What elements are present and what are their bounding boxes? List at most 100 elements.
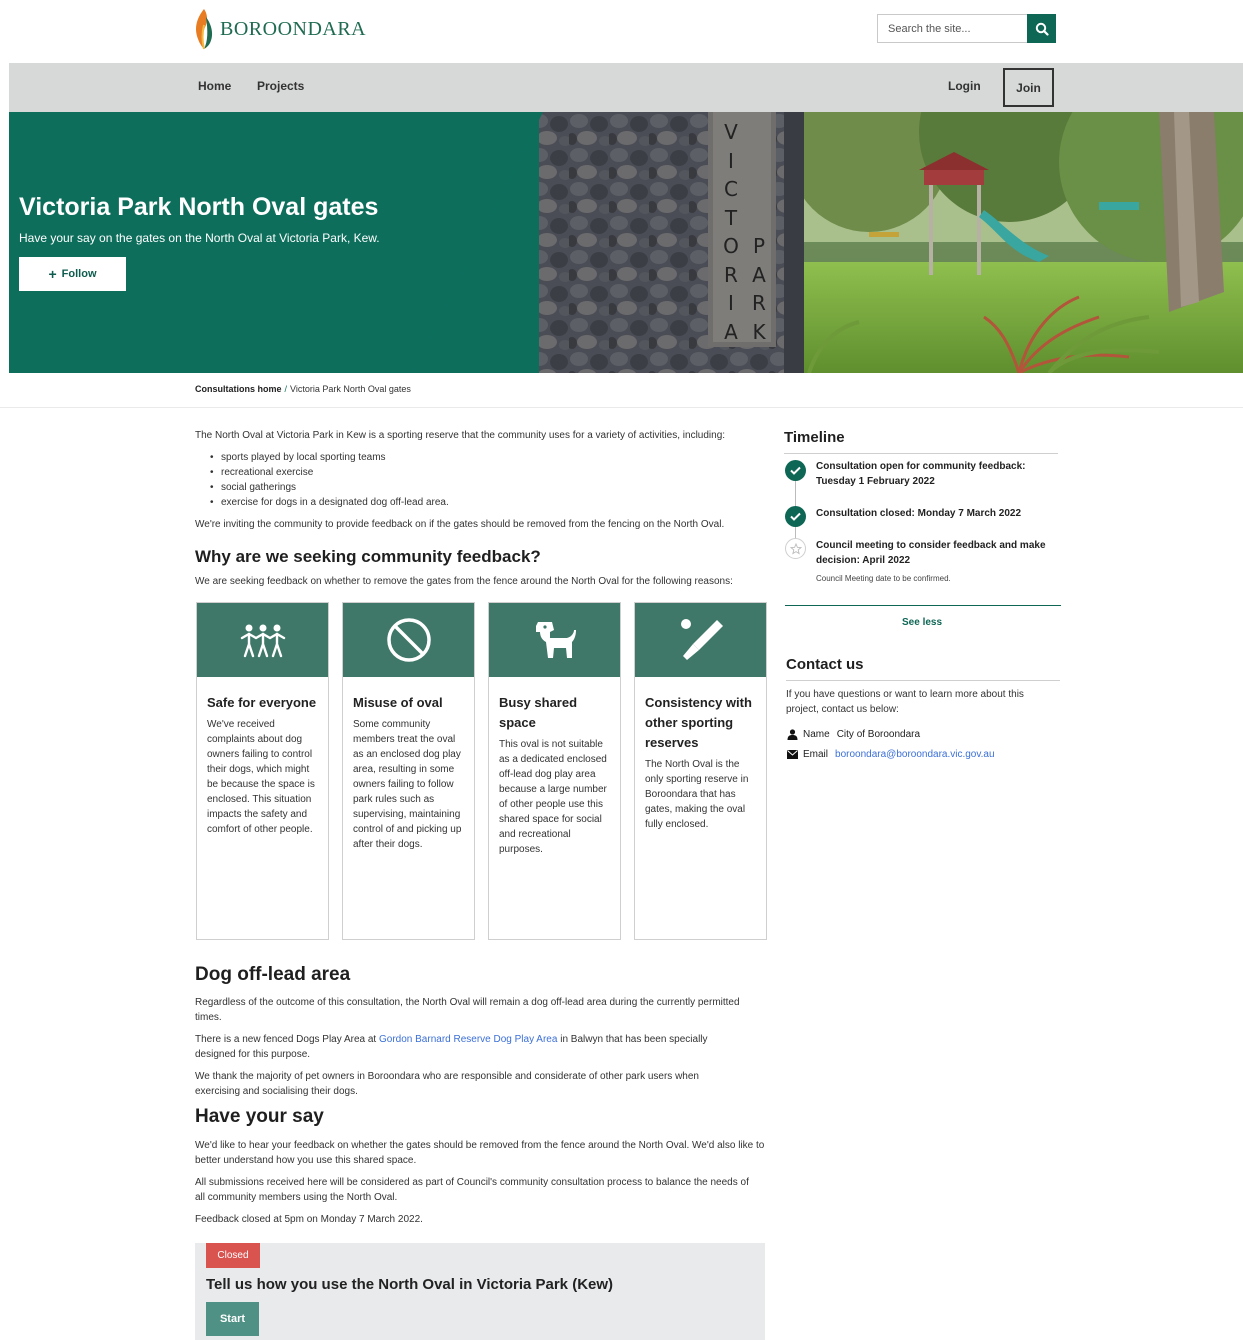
dog-icon: [535, 622, 576, 658]
card-title: Consistency with other sporting reserves: [645, 695, 752, 750]
list-item: sports played by local sporting teams: [205, 450, 449, 465]
timeline-text: Council meeting to consider feedback and…: [816, 540, 1046, 566]
sign-letter: V: [724, 120, 738, 144]
card-body: The North Oval is the only sporting rese…: [645, 759, 749, 830]
divider: [0, 407, 1243, 408]
hero-banner: VICTORIA PARK Victoria Park North Oval g…: [9, 112, 1243, 373]
contact-email-row: Email boroondara@boroondara.vic.gov.au: [786, 748, 995, 760]
reason-card-misuse: Misuse of oval Some community members tr…: [342, 602, 475, 940]
card-body: We've received complaints about dog owne…: [207, 719, 315, 835]
sign-letter: R: [724, 262, 738, 287]
inviting-text: We're inviting the community to provide …: [195, 519, 725, 530]
divider: [784, 453, 1058, 454]
reason-card-busy: Busy shared space This oval is not suita…: [488, 602, 621, 940]
card-title: Busy shared space: [499, 695, 578, 730]
see-less-button[interactable]: See less: [902, 617, 942, 628]
breadcrumb-separator: /: [284, 384, 288, 394]
follow-label: Follow: [61, 268, 97, 280]
intro-text: The North Oval at Victoria Park in Kew i…: [195, 430, 726, 441]
timeline-heading: Timeline: [784, 429, 845, 446]
sign-letter: I: [728, 291, 734, 315]
list-item: social gatherings: [205, 480, 449, 495]
sign-letter: A: [752, 262, 766, 287]
reason-card-consistency: Consistency with other sporting reserves…: [634, 602, 767, 940]
nav-home[interactable]: Home: [198, 79, 231, 93]
cricket-bat-icon: [680, 619, 723, 660]
divider: [786, 680, 1060, 681]
flame-logo-icon: [196, 9, 213, 50]
list-item: recreational exercise: [205, 465, 449, 480]
card-header: [489, 603, 620, 677]
search-icon: [1035, 22, 1049, 36]
sign-letter: A: [724, 319, 738, 344]
status-badge: Closed: [206, 1243, 260, 1268]
sign-letter: R: [752, 291, 766, 315]
gordon-barnard-link[interactable]: Gordon Barnard Reserve Dog Play Area: [379, 1034, 557, 1045]
contact-email-label: Email: [803, 748, 829, 760]
card-body: Some community members treat the oval as…: [353, 719, 462, 850]
contact-email-link[interactable]: boroondara@boroondara.vic.gov.au: [835, 749, 995, 760]
card-header: [197, 603, 328, 677]
sign-letters-victoria: VICTORIA: [721, 118, 741, 346]
reason-cards: Safe for everyone We've received complai…: [195, 602, 767, 940]
contact-text: If you have questions or want to learn m…: [786, 689, 1024, 715]
why-heading: Why are we seeking community feedback?: [195, 547, 541, 566]
timeline-note: Council Meeting date to be confirmed.: [816, 574, 951, 583]
survey-title[interactable]: Tell us how you use the North Oval in Vi…: [206, 1276, 613, 1293]
search-input[interactable]: [877, 14, 1027, 43]
card-title: Misuse of oval: [353, 695, 443, 710]
contact-name-label: Name: [803, 728, 830, 740]
star-icon: [785, 538, 806, 559]
sign-letter: O: [723, 234, 739, 258]
breadcrumb-home-link[interactable]: Consultations home: [195, 384, 282, 394]
dog-text-3: We thank the majority of pet owners in B…: [195, 1071, 699, 1097]
person-icon: [786, 728, 798, 740]
card-title: Safe for everyone: [207, 695, 317, 710]
park-sign: VICTORIA PARK: [721, 118, 771, 348]
check-icon: [785, 506, 806, 527]
dog-off-lead-heading: Dog off-lead area: [195, 964, 351, 985]
contact-heading: Contact us: [786, 656, 864, 673]
reason-card-safe: Safe for everyone We've received complai…: [196, 602, 329, 940]
sign-letter: K: [752, 319, 766, 344]
sign-letters-park: PARK: [749, 232, 769, 346]
dog-text-2-start: There is a new fenced Dogs Play Area at: [195, 1034, 379, 1045]
check-icon: [785, 460, 806, 481]
search-button[interactable]: [1027, 14, 1056, 43]
sign-letter: C: [724, 177, 738, 201]
card-header: [343, 603, 474, 677]
page-title: Victoria Park North Oval gates: [19, 193, 379, 221]
activity-list: sports played by local sporting teams re…: [205, 450, 449, 510]
follow-button[interactable]: + Follow: [19, 257, 126, 291]
divider: [785, 605, 1061, 606]
start-button[interactable]: Start: [206, 1302, 259, 1336]
envelope-icon: [786, 748, 798, 760]
nav-projects[interactable]: Projects: [257, 79, 304, 93]
say-text-3: Feedback closed at 5pm on Monday 7 March…: [195, 1214, 423, 1225]
dog-text-1: Regardless of the outcome of this consul…: [195, 997, 740, 1023]
boroondara-logo[interactable]: Boroondara: [190, 6, 366, 52]
breadcrumb: Consultations home / Victoria Park North O…: [195, 384, 411, 394]
join-button[interactable]: Join: [1003, 68, 1054, 107]
contact-name-value: City of Boroondara: [836, 728, 921, 740]
logo-text: Boroondara: [220, 17, 367, 40]
dog-text-2: There is a new fenced Dogs Play Area at …: [195, 1032, 740, 1062]
breadcrumb-current: Victoria Park North Oval gates: [290, 384, 411, 394]
contact-name-row: Name City of Boroondara: [786, 728, 920, 740]
survey-card: Closed Tell us how you use the North Ova…: [195, 1243, 765, 1340]
list-item: exercise for dogs in a designated dog of…: [205, 495, 449, 510]
nav-login[interactable]: Login: [948, 79, 981, 93]
site-search: [877, 14, 1056, 43]
timeline-text: Consultation open for community feedback…: [816, 461, 1026, 487]
card-body: This oval is not suitable as a dedicated…: [499, 739, 607, 855]
have-your-say-heading: Have your say: [195, 1106, 324, 1127]
people-icon: [240, 624, 285, 658]
say-text-1: We'd like to hear your feedback on wheth…: [195, 1140, 765, 1166]
page-subtitle: Have your say on the gates on the North …: [19, 231, 380, 245]
site-header: Boroondara: [0, 0, 1243, 63]
main-nav: Home Projects Login Join: [9, 63, 1243, 112]
why-text: We are seeking feedback on whether to re…: [195, 576, 733, 587]
say-text-2: All submissions received here will be co…: [195, 1177, 749, 1203]
timeline-text: Consultation closed: Monday 7 March 2022: [816, 508, 1022, 519]
sign-letter: P: [752, 234, 766, 258]
